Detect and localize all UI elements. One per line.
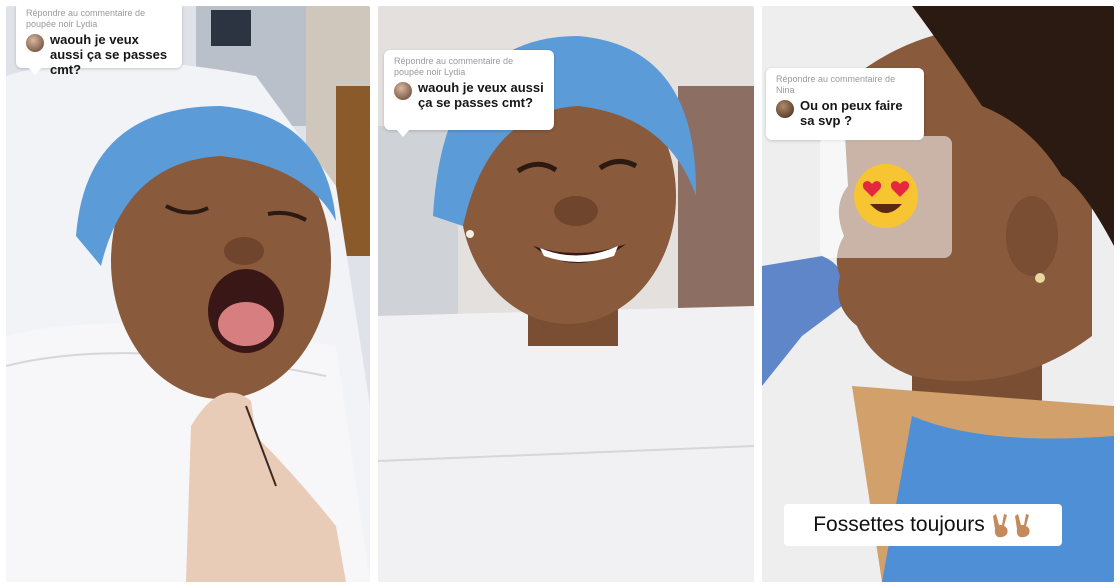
emoji-sticker [820,136,952,258]
commenter-avatar [394,82,412,100]
video-caption: Fossettes toujours [784,504,1062,546]
video-frame-3: Répondre au commentaire de Nina Ou on pe… [762,6,1114,582]
victory-hand-icon [992,514,1008,538]
video-frame-1: Répondre au commentaire de poupée noir L… [6,6,370,582]
video-frame-2: Répondre au commentaire de poupée noir L… [378,6,754,582]
victory-hand-icon [1014,514,1030,538]
comment-text: waouh je veux aussi ça se passes cmt? [50,32,168,77]
comment-text: Ou on peux faire sa svp ? [800,98,903,128]
patient-yawning-scene [6,6,370,582]
comment-text: waouh je veux aussi ça se passes cmt? [418,80,544,110]
bubble-tail [396,129,410,137]
reply-meta: Répondre au commentaire de poupée noir L… [394,56,514,77]
comment-reply-bubble: Répondre au commentaire de Nina Ou on pe… [766,68,924,140]
commenter-avatar [26,34,44,52]
commenter-avatar [776,100,794,118]
reply-meta: Répondre au commentaire de Nina [776,74,896,95]
victory-hand-icons [991,512,1033,538]
comment-reply-bubble: Répondre au commentaire de poupée noir L… [16,6,182,77]
reply-meta: Répondre au commentaire de poupée noir L… [26,8,146,29]
caption-text: Fossettes toujours [813,513,985,536]
bubble-tail [28,67,42,75]
heart-eyes-emoji-icon [854,164,918,228]
comment-reply-bubble: Répondre au commentaire de poupée noir L… [384,50,554,137]
